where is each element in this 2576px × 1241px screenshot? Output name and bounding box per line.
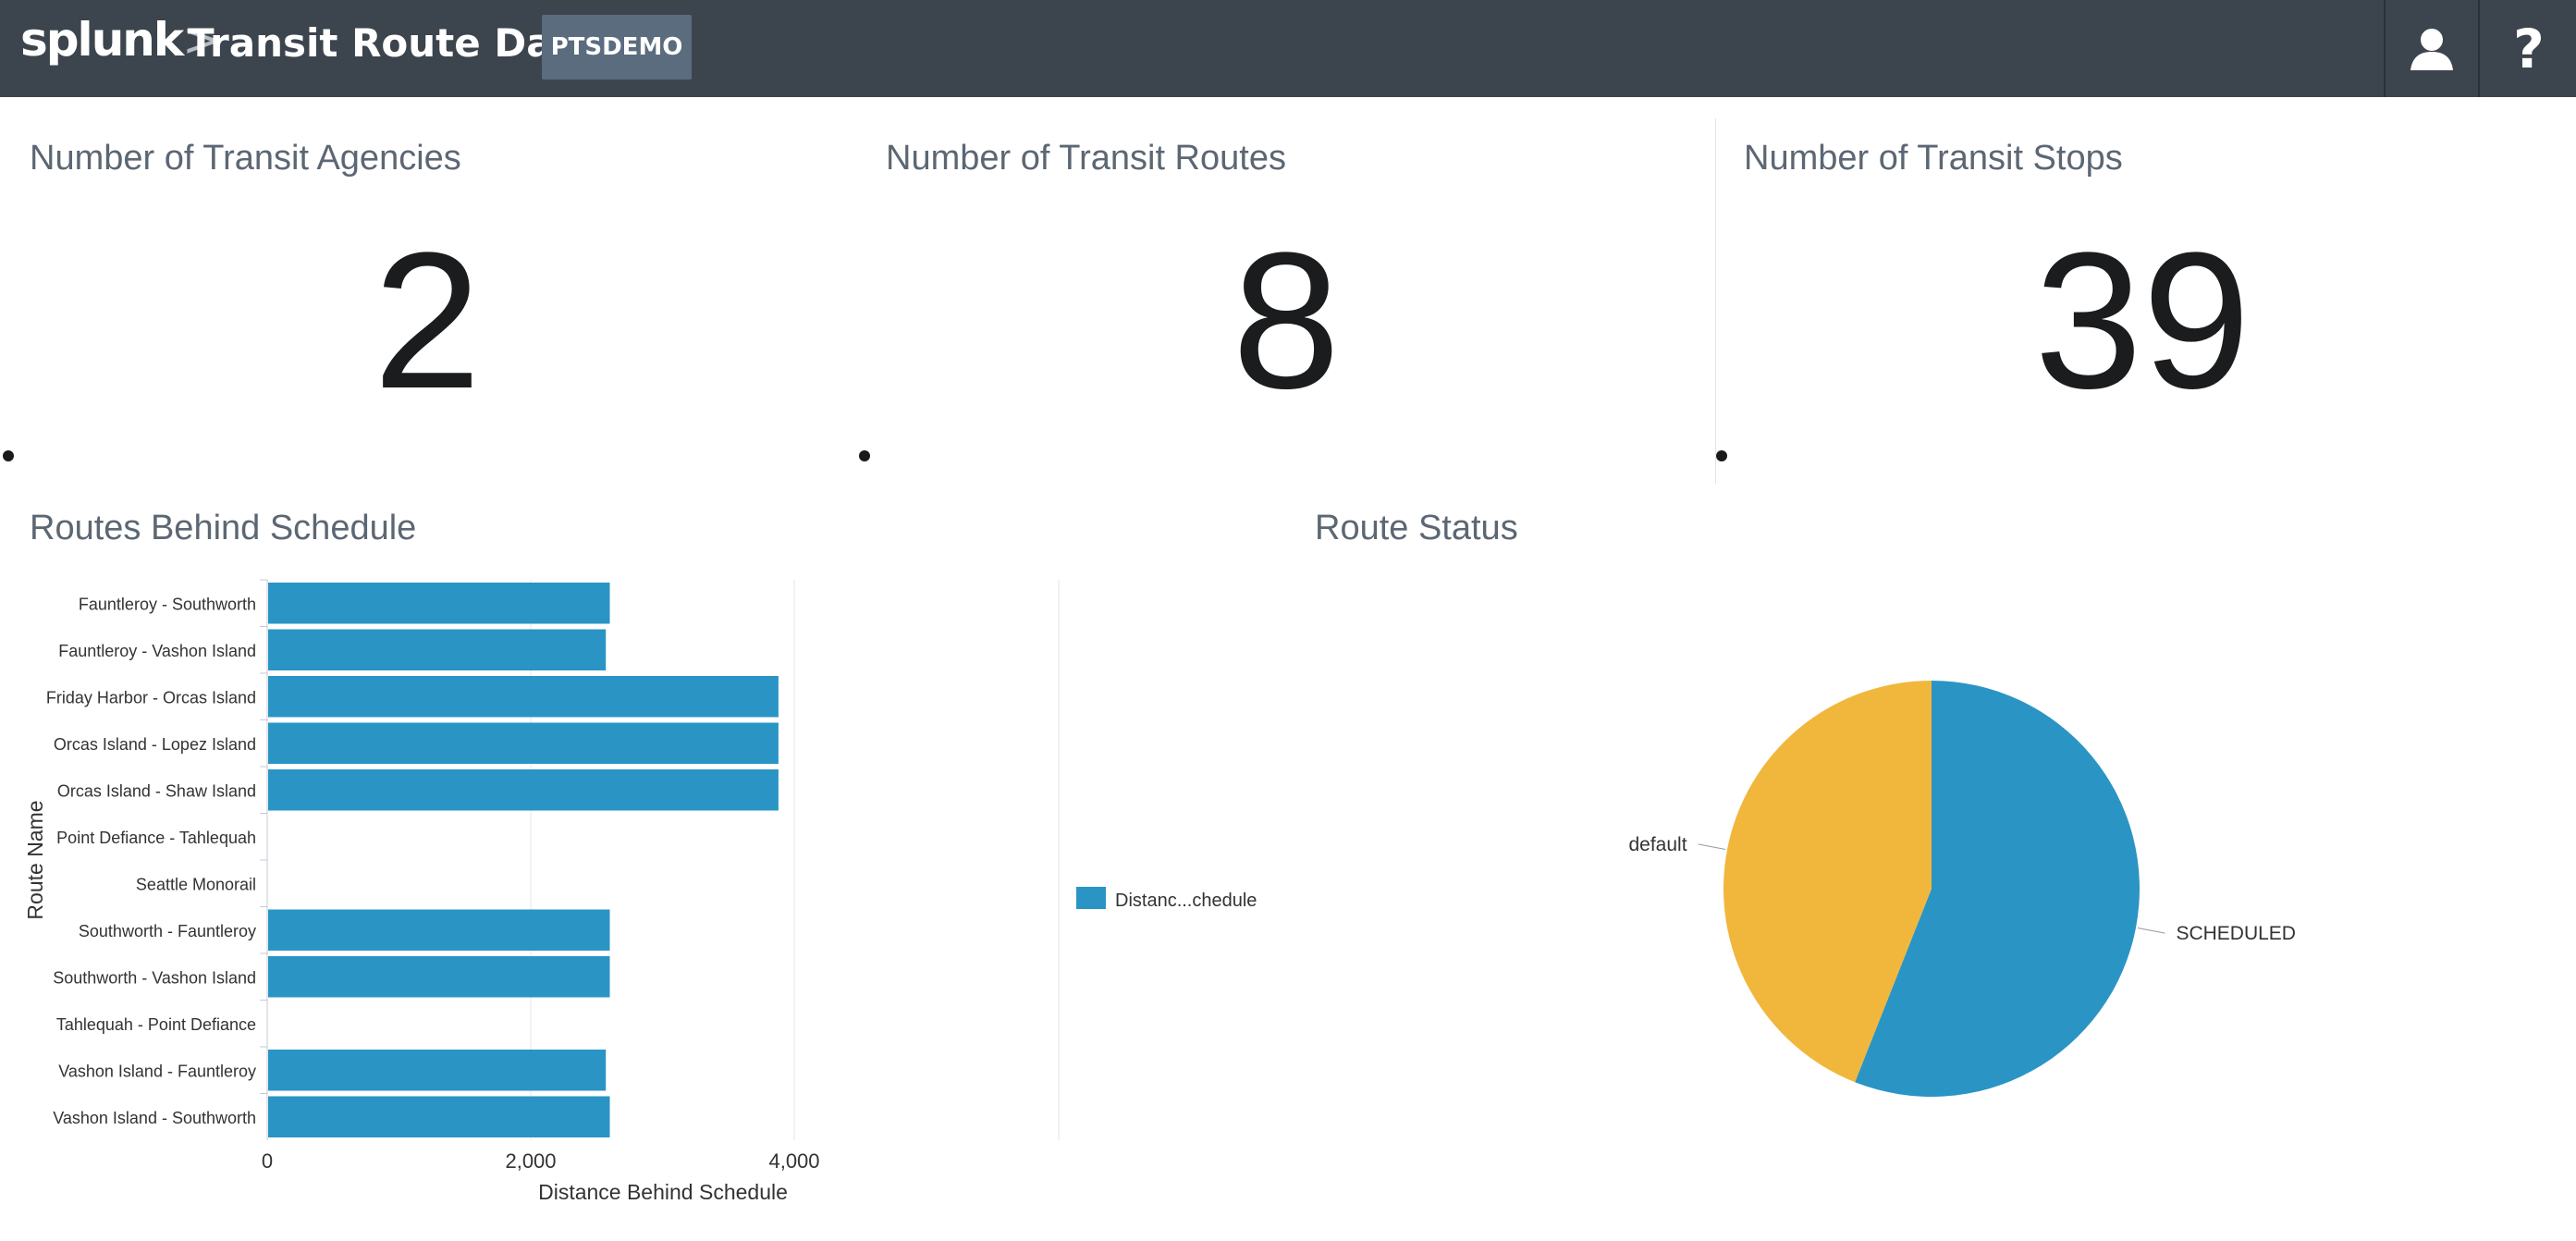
y-tick-label: Vashon Island - Fauntleroy [58,1062,256,1080]
x-axis-title: Distance Behind Schedule [538,1180,788,1204]
x-tick-label: 0 [262,1149,273,1173]
y-axis-title: Route Name [23,800,47,919]
y-tick-label: Friday Harbor - Orcas Island [46,688,256,707]
bar[interactable] [268,1050,607,1091]
app-title[interactable]: Transit Route Data [188,20,597,66]
y-tick-label: Seattle Monorail [136,875,256,893]
status-panel-title: Route Status [1315,509,1518,547]
pie-leader-line [1698,843,1726,850]
bar[interactable] [268,909,610,952]
y-tick-label: Tahlequah - Point Defiance [56,1015,256,1034]
x-tick-label: 2,000 [505,1149,556,1173]
routes-value[interactable]: 8 [963,209,1610,433]
help-button[interactable]: ? [2478,0,2576,97]
x-tick-label: 4,000 [768,1149,819,1173]
user-icon [2410,28,2453,70]
legend-label: Distanc...chedule [1115,891,1257,911]
behind-panel-title: Routes Behind Schedule [30,509,417,547]
panel-resize-handle[interactable] [859,450,870,461]
y-tick-label: Fauntleroy - Vashon Island [58,642,256,660]
bar[interactable] [268,1096,610,1138]
y-tick-label: Southworth - Fauntleroy [79,922,256,940]
app-badge[interactable]: PTSDEMO [542,15,692,80]
app-bar: splunk> Transit Route Data PTSDEMO ? [0,0,2576,97]
user-menu-button[interactable] [2384,0,2478,97]
legend-swatch [1076,887,1106,909]
pie-label: SCHEDULED [2176,923,2296,944]
routes-behind-schedule-chart: Fauntleroy - Southworth Fauntleroy - Vash… [23,579,1257,1204]
route-status-chart: SCHEDULED default [1628,681,2296,1097]
y-tick-label: Fauntleroy - Southworth [79,595,256,613]
panel-resize-handle[interactable] [1716,450,1727,461]
routes-panel-title: Number of Transit Routes [886,139,1286,178]
chart-legend[interactable]: Distanc...chedule [1076,887,1257,911]
stops-value[interactable]: 39 [1819,209,2466,433]
bar[interactable] [268,769,779,811]
y-tick-label: Southworth - Vashon Island [53,968,256,987]
pie-leader-line [2137,928,2165,934]
agencies-value[interactable]: 2 [104,209,751,433]
bar[interactable] [268,583,610,624]
bar[interactable] [268,629,607,671]
help-icon: ? [2513,17,2545,80]
agencies-panel-title: Number of Transit Agencies [30,139,461,178]
y-tick-label: Vashon Island - Southworth [53,1109,256,1127]
bar[interactable] [268,956,610,998]
pie-label: default [1628,834,1687,855]
panel-divider [1715,118,1716,484]
bar[interactable] [268,676,779,718]
stops-panel-title: Number of Transit Stops [1744,139,2123,178]
y-tick-label: Orcas Island - Lopez Island [54,735,256,754]
y-tick-label: Orcas Island - Shaw Island [57,781,256,800]
panel-resize-handle[interactable] [3,450,14,461]
bar[interactable] [268,722,779,765]
y-tick-label: Point Defiance - Tahlequah [56,829,256,847]
